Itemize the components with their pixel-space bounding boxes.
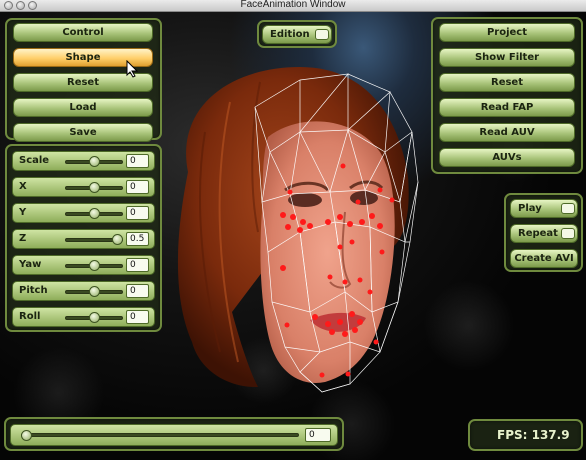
slider-value-scale[interactable]: 0 xyxy=(126,154,149,168)
edition-toggle[interactable]: Edition xyxy=(262,25,332,44)
timeline-value-field[interactable]: 0 xyxy=(305,428,331,442)
slider-label-scale: Scale xyxy=(19,155,50,166)
create-avi-button[interactable]: Create AVI xyxy=(510,249,578,268)
repeat-toggle[interactable]: Repeat xyxy=(510,224,578,243)
play-checkbox[interactable] xyxy=(561,203,575,214)
fps-panel: FPS: 137.9 xyxy=(468,419,583,451)
project-button[interactable]: Project xyxy=(439,23,575,42)
timeline-knob[interactable] xyxy=(21,430,32,441)
slider-row-yaw: Yaw 0 xyxy=(12,255,155,275)
slider-knob-roll[interactable] xyxy=(88,312,100,323)
show-filter-button[interactable]: Show Filter xyxy=(439,48,575,67)
left-control-panel: Control Shape Reset Load Save xyxy=(5,18,162,142)
play-label: Play xyxy=(518,203,542,214)
3d-viewport[interactable]: Control Shape Reset Load Save Scale 0 X 0 Y 0… xyxy=(0,12,586,460)
right-control-panel: Project Show Filter Reset Read FAP Read … xyxy=(431,17,583,174)
slider-knob-yaw[interactable] xyxy=(88,260,100,271)
slider-label-yaw: Yaw xyxy=(19,259,42,270)
slider-value-pitch[interactable]: 0 xyxy=(126,284,149,298)
timeline-panel: 0 xyxy=(4,417,344,451)
mouse-cursor-icon xyxy=(126,60,139,78)
playback-panel: Play Repeat Create AVI xyxy=(504,193,583,272)
play-toggle[interactable]: Play xyxy=(510,199,578,218)
slider-value-yaw[interactable]: 0 xyxy=(126,258,149,272)
reset-button[interactable]: Reset xyxy=(439,73,575,92)
load-button[interactable]: Load xyxy=(13,98,153,117)
slider-value-roll[interactable]: 0 xyxy=(126,310,149,324)
slider-value-x[interactable]: 0 xyxy=(126,180,149,194)
read-fap-button[interactable]: Read FAP xyxy=(439,98,575,117)
fps-readout: FPS: 137.9 xyxy=(497,428,570,442)
slider-value-y[interactable]: 0 xyxy=(126,206,149,220)
slider-label-pitch: Pitch xyxy=(19,285,48,296)
slider-label-y: Y xyxy=(19,207,27,218)
slider-value-z[interactable]: 0.5 xyxy=(126,232,149,246)
repeat-label: Repeat xyxy=(518,228,558,239)
window-titlebar: FaceAnimation Window xyxy=(0,0,586,12)
edition-panel: Edition xyxy=(257,20,337,48)
slider-knob-pitch[interactable] xyxy=(88,286,100,297)
slider-knob-x[interactable] xyxy=(88,182,100,193)
slider-label-z: Z xyxy=(19,233,27,244)
slider-knob-scale[interactable] xyxy=(88,156,100,167)
window-title: FaceAnimation Window xyxy=(240,0,346,10)
slider-row-x: X0 xyxy=(12,177,155,197)
slider-label-x: X xyxy=(19,181,27,192)
edition-label: Edition xyxy=(270,29,310,40)
edition-checkbox[interactable] xyxy=(315,29,329,40)
read-auv-button[interactable]: Read AUV xyxy=(439,123,575,142)
slider-knob-y[interactable] xyxy=(88,208,100,219)
slider-row-z: Z 0.5 xyxy=(12,229,155,249)
slider-label-roll: Roll xyxy=(19,311,41,322)
auvs-button[interactable]: AUVs xyxy=(439,148,575,167)
control-button[interactable]: Control xyxy=(13,23,153,42)
slider-row-pitch: Pitch 0 xyxy=(12,281,155,301)
transform-sliders-panel: Scale 0 X 0 Y 0 Z 0.5 Yaw 0 Pitch 0 Roll 0 xyxy=(5,144,162,332)
timeline-slider-row: 0 xyxy=(10,424,338,446)
slider-knob-z[interactable] xyxy=(112,234,123,245)
repeat-checkbox[interactable] xyxy=(561,228,575,239)
slider-row-y: Y0 xyxy=(12,203,155,223)
slider-row-scale: Scale 0 xyxy=(12,151,155,171)
slider-row-roll: Roll 0 xyxy=(12,307,155,327)
timeline-track[interactable] xyxy=(21,433,299,437)
save-button[interactable]: Save xyxy=(13,123,153,142)
